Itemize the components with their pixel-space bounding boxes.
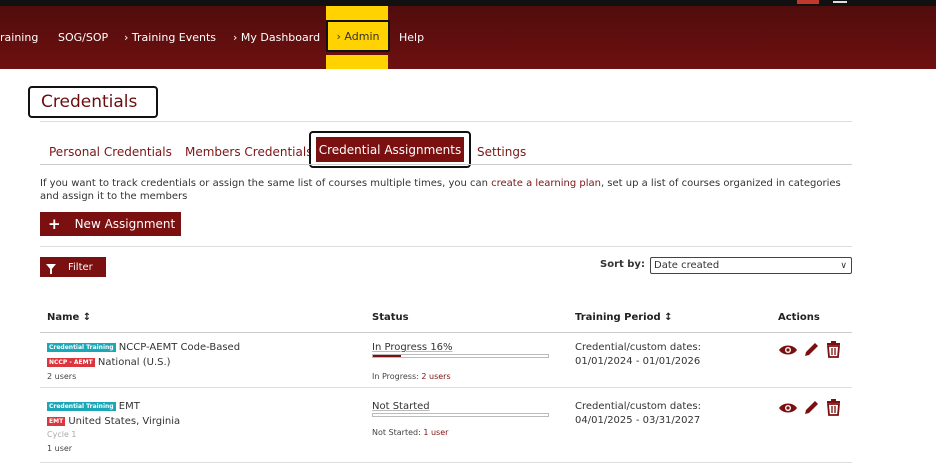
status-text: Not Started xyxy=(372,401,430,412)
assignment-name[interactable]: EMT xyxy=(119,401,140,412)
nav-item-sog-sop[interactable]: SOG/SOP xyxy=(58,31,108,44)
plus-icon: + xyxy=(48,215,61,233)
status-users-link[interactable]: 2 users xyxy=(421,372,450,381)
page-title: Credentials xyxy=(28,86,158,118)
region: National (U.S.) xyxy=(97,357,171,368)
delete-icon[interactable] xyxy=(826,399,841,416)
sort-select-value: Date created xyxy=(654,260,720,271)
filter-button[interactable]: Filter xyxy=(40,257,106,277)
info-text: If you want to track credentials or assi… xyxy=(40,177,852,203)
column-header-training-period[interactable]: Training Period ↕ xyxy=(575,312,673,323)
credential-badge: NCCP - AEMT xyxy=(47,357,95,367)
info-text-before: If you want to track credentials or assi… xyxy=(40,178,492,189)
status-sub-label: In Progress: xyxy=(372,372,419,381)
nav-item-admin-label: › Admin xyxy=(336,29,380,43)
delete-icon[interactable] xyxy=(826,341,841,358)
table-header-divider xyxy=(40,332,852,333)
view-icon[interactable] xyxy=(778,402,798,414)
nav-item-training[interactable]: raining xyxy=(0,31,38,44)
sort-label: Sort by: xyxy=(600,259,645,270)
create-learning-plan-link[interactable]: create a learning plan xyxy=(491,178,601,189)
tab-members-credentials[interactable]: Members Credentials xyxy=(185,145,312,159)
column-header-name[interactable]: Name ↕ xyxy=(47,312,91,323)
progress-bar xyxy=(372,413,549,417)
period-dates: 01/01/2024 - 01/01/2026 xyxy=(575,356,701,367)
period-dates: 04/01/2025 - 03/31/2027 xyxy=(575,415,701,426)
period-label: Credential/custom dates: xyxy=(575,401,701,412)
tab-personal-credentials[interactable]: Personal Credentials xyxy=(49,145,172,159)
type-badge: Credential Training xyxy=(47,401,116,411)
user-count: 1 user xyxy=(47,444,73,453)
sort-select[interactable]: Date created ∨ xyxy=(650,257,852,274)
menu-icon[interactable] xyxy=(833,1,847,3)
tabs-divider xyxy=(40,164,852,165)
new-assignment-button[interactable]: + New Assignment xyxy=(40,212,181,236)
nav-item-help[interactable]: Help xyxy=(399,31,424,44)
filter-label: Filter xyxy=(68,261,93,273)
column-header-status: Status xyxy=(372,312,409,323)
nav-item-my-dashboard[interactable]: › My Dashboard xyxy=(233,31,320,44)
assignment-name[interactable]: NCCP-AEMT Code-Based xyxy=(119,342,240,353)
tab-credential-assignments[interactable]: Credential Assignments xyxy=(309,131,471,168)
nav-item-admin[interactable]: › Admin xyxy=(326,20,390,52)
type-badge: Credential Training xyxy=(47,342,116,352)
status-text: In Progress 16% xyxy=(372,342,453,353)
status-users-link[interactable]: 1 user xyxy=(423,428,448,437)
chevron-down-icon: ∨ xyxy=(840,261,847,271)
top-strip xyxy=(0,0,936,6)
cycle-label: Cycle 1 xyxy=(47,430,77,439)
credential-badge: EMT xyxy=(47,416,66,426)
column-header-actions: Actions xyxy=(778,312,820,323)
view-icon[interactable] xyxy=(778,344,798,356)
tab-credential-assignments-label: Credential Assignments xyxy=(318,142,462,157)
toolbar-divider xyxy=(40,246,852,247)
new-assignment-label: New Assignment xyxy=(74,217,176,231)
row-divider xyxy=(40,462,852,463)
edit-icon[interactable] xyxy=(803,399,820,416)
user-count: 2 users xyxy=(47,372,77,381)
tab-settings[interactable]: Settings xyxy=(477,145,526,159)
region: United States, Virginia xyxy=(68,416,181,427)
filter-icon xyxy=(46,264,56,274)
status-sub-label: Not Started: xyxy=(372,428,421,437)
page-title-text: Credentials xyxy=(41,92,138,112)
period-label: Credential/custom dates: xyxy=(575,342,701,353)
nav-item-training-events[interactable]: › Training Events xyxy=(124,31,216,44)
progress-fill xyxy=(373,355,401,357)
title-divider xyxy=(40,121,852,122)
progress-bar xyxy=(372,354,549,358)
notification-badge[interactable] xyxy=(797,0,819,4)
row-divider xyxy=(40,387,852,388)
edit-icon[interactable] xyxy=(803,341,820,358)
